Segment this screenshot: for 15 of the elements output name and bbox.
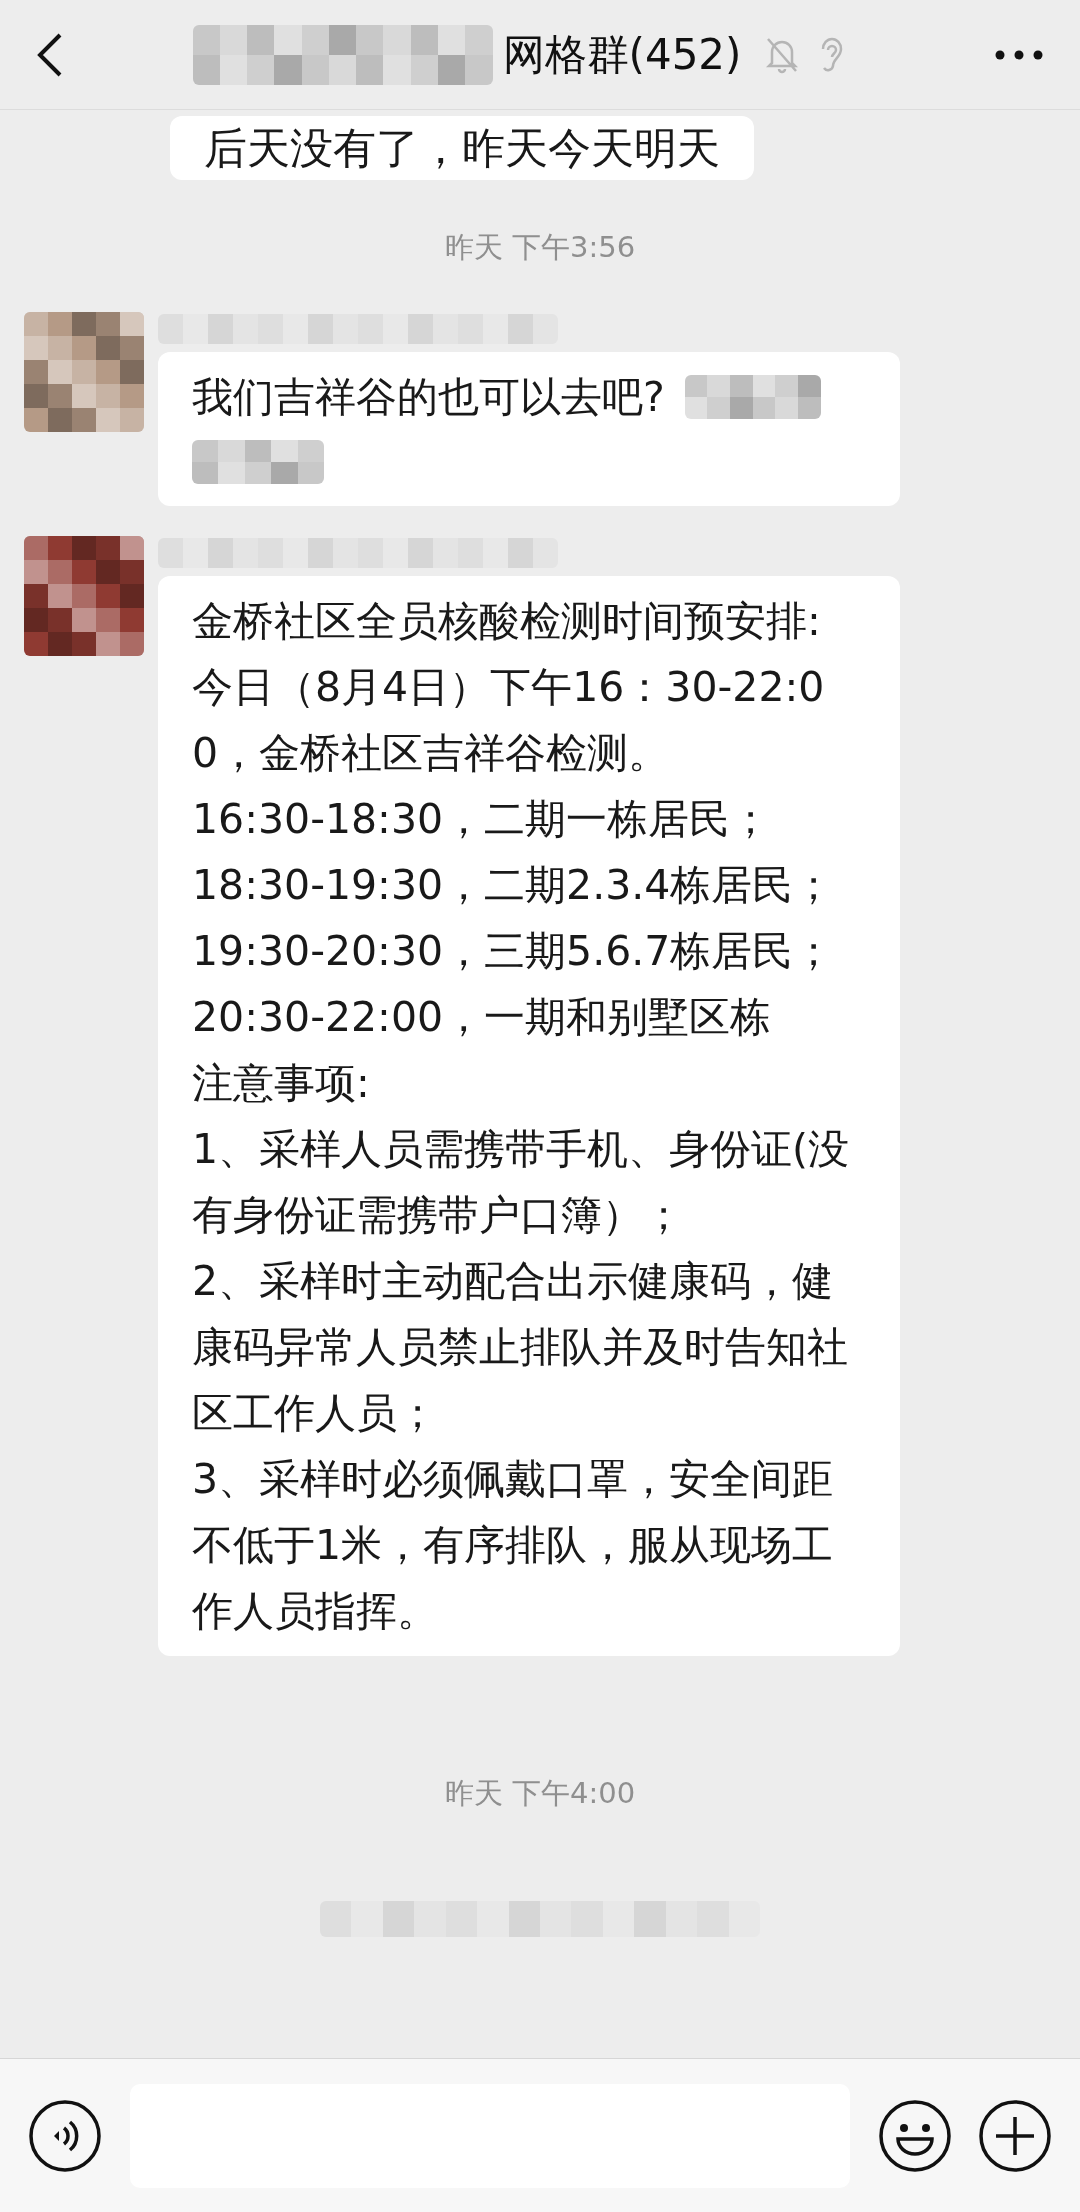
message-text: 我们吉祥谷的也可以去吧? bbox=[192, 371, 665, 423]
timestamp: 昨天 下午3:56 bbox=[444, 229, 636, 266]
message-text: 20:30-22:00，一期和别墅区栋 bbox=[192, 991, 772, 1043]
chat-title: 网格群(452) bbox=[502, 29, 742, 81]
message-text: 2、采样时主动配合出示健康码，健康码异常人员禁止排队并及时告知社区工作人员； bbox=[192, 1255, 849, 1439]
message-text: 后天没有了，昨天今天明天 bbox=[204, 122, 720, 175]
message-text: 今日（8月4日）下午16：30-22:00，金桥社区吉祥谷检测。 bbox=[192, 661, 826, 779]
message-text: 金桥社区全员核酸检测时间预安排: bbox=[192, 595, 821, 647]
message-text: 18:30-19:30，二期2.3.4栋居民； bbox=[192, 859, 835, 911]
timestamp: 昨天 下午4:00 bbox=[444, 1774, 636, 1812]
message-text: 1、采样人员需携带手机、身份证(没有身份证需携带户口簿）； bbox=[192, 1123, 851, 1241]
message-text: 3、采样时必须佩戴口罩，安全间距不低于1米，有序排队，服从现场工作人员指挥。 bbox=[192, 1453, 835, 1637]
message-text: 注意事项: bbox=[192, 1057, 370, 1109]
message-text: 16:30-18:30，二期一栋居民； bbox=[192, 793, 772, 845]
message-text: 19:30-20:30，三期5.6.7栋居民； bbox=[192, 925, 835, 977]
